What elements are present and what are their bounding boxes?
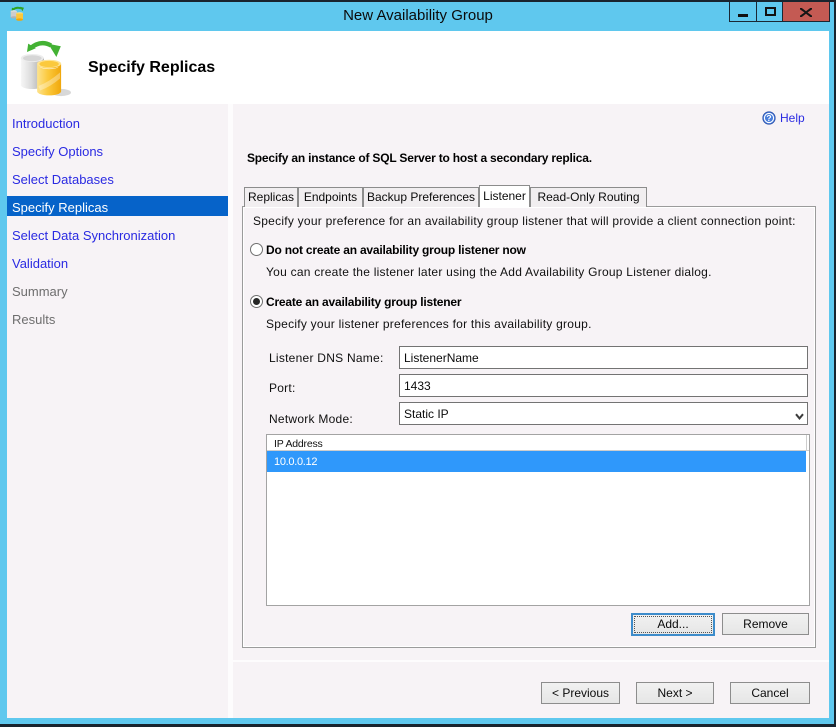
svg-text:?: ? (766, 113, 771, 123)
